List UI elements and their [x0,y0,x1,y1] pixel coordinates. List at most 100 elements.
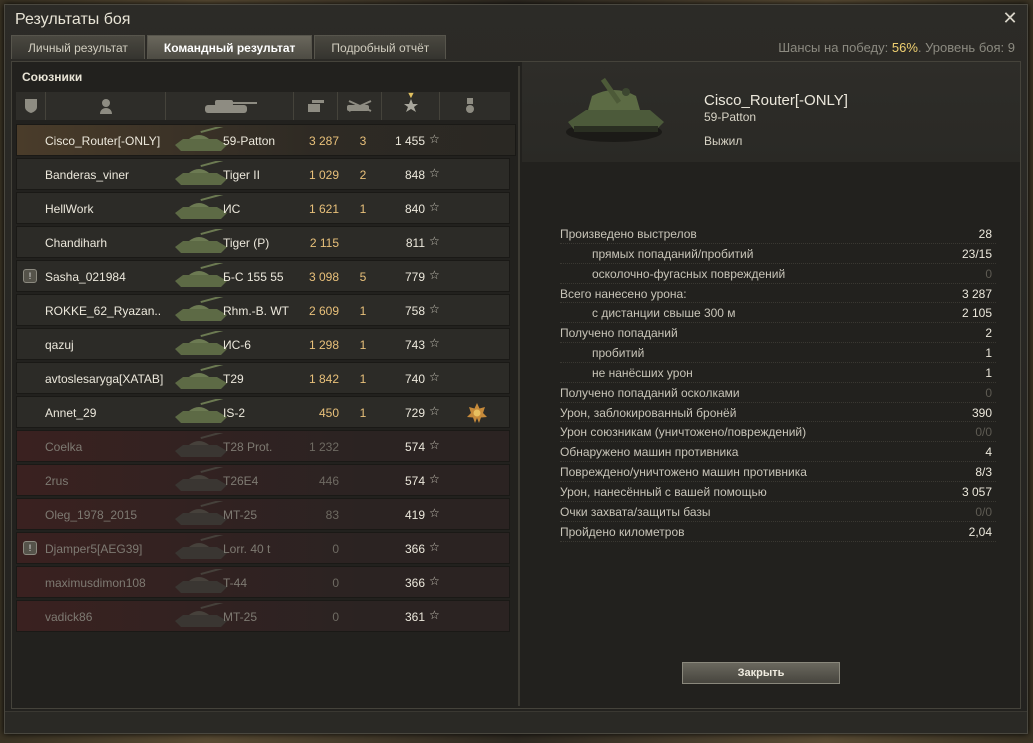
player-row[interactable]: avtoslesaryga[XATAB] T29 1 842 1 740 ☆ [16,362,510,394]
player-row[interactable]: Oleg_1978_2015 MT-25 83 419 ☆ [16,498,510,530]
tank-icon [173,192,229,223]
player-row[interactable]: maximusdimon108 T-44 0 366 ☆ [16,566,510,598]
player-row[interactable]: ! Djamper5[AEG39] Lorr. 40 t 0 366 ☆ [16,532,510,564]
clan-emblem-icon: ! [23,541,37,555]
xp-value: 811 [405,236,425,250]
damage-column-icon[interactable] [294,92,338,120]
player-name: Sasha_021984 [45,270,126,284]
stat-row: Всего нанесено урона: 3 287 [560,284,996,304]
battle-tier-text: . Уровень боя: 9 [917,40,1015,55]
stat-row: Повреждено/уничтожено машин противника 8/… [560,462,996,482]
stat-value: 23/15 [961,246,992,261]
kills-value: 1 [359,372,367,386]
player-row[interactable]: vadick86 MT-25 0 361 ☆ [16,600,510,632]
player-name: avtoslesaryga[XATAB] [45,372,164,386]
tank-name: ИС-6 [223,338,251,352]
xp-value: 758 [404,304,425,318]
player-row[interactable]: Coelka T28 Prot. 1 232 574 ☆ [16,430,510,462]
stat-label: Получено попаданий [560,326,678,341]
star-icon: ☆ [429,370,440,384]
win-chance-value: 56% [891,40,918,55]
stat-row: осколочно-фугасных повреждений 0 [560,264,996,284]
tank-icon [173,498,229,529]
tank-name: T-44 [223,576,248,590]
tank-column-icon[interactable] [166,92,294,120]
xp-value: 729 [404,406,425,420]
tank-name: MT-25 [223,610,258,624]
star-icon: ☆ [429,438,440,452]
stat-row: не нанёсших урон 1 [560,363,996,383]
player-name: Chandiharh [45,236,108,250]
stat-value: 28 [978,227,992,241]
tank-icon [173,396,229,427]
xp-value: 1 455 [394,134,425,148]
stat-value: 0/0 [975,504,992,519]
player-name: Oleg_1978_2015 [45,508,138,522]
stat-value: 8/3 [975,465,992,480]
star-icon: ☆ [429,302,440,316]
tab-detailed-report[interactable]: Подробный отчёт [314,35,447,59]
stat-label: Произведено выстрелов [560,227,697,241]
damage-value: 0 [332,610,339,624]
star-icon: ☆ [429,506,440,520]
stat-label: прямых попаданий/пробитий [592,246,754,261]
stat-row: с дистанции свыше 300 м 2 105 [560,303,996,324]
tank-name: Tiger (P) [223,236,270,250]
kills-column-icon[interactable] [338,92,382,120]
tank-name: Rhm.-B. WT [223,304,289,318]
player-vehicle: 59-Patton [704,110,757,124]
stat-value: 2,04 [968,524,992,539]
player-name: HellWork [45,202,94,216]
player-row[interactable]: ROKKE_62_Ryazan.. Rhm.-B. WT 2 609 1 758 ☆ [16,294,510,326]
player-name: Annet_29 [45,406,97,420]
player-row[interactable]: Annet_29 IS-2 450 1 729 ☆ [16,396,510,428]
xp-column-icon[interactable]: ▼ [382,90,440,120]
player-row[interactable]: Chandiharh Tiger (P) 2 115 811 ☆ [16,226,510,258]
player-row[interactable]: qazuj ИС-6 1 298 1 743 ☆ [16,328,510,360]
player-row[interactable]: HellWork ИС 1 621 1 840 ☆ [16,192,510,224]
stat-value: 1 [985,346,992,361]
stat-value: 3 057 [961,484,992,499]
stat-row: пробитий 1 [560,343,996,363]
close-button[interactable]: Закрыть [682,662,840,684]
damage-value: 0 [332,576,339,590]
kills-value: 1 [359,406,367,420]
tank-icon [173,294,229,325]
stat-label: Получено попаданий осколками [560,385,740,400]
player-name: 2rus [45,474,69,488]
tank-icon [173,362,229,393]
tab-personal-result[interactable]: Личный результат [11,35,145,59]
player-row[interactable]: Banderas_viner Tiger II 1 029 2 848 ☆ [16,158,510,190]
titlebar: Результаты боя ✕ [5,5,1027,33]
stat-label: Пройдено километров [560,524,685,539]
bottom-bar [5,711,1027,733]
star-icon: ☆ [429,472,440,486]
battle-stats-list: Произведено выстрелов 28 прямых попаданий/… [560,224,996,542]
star-icon: ☆ [429,540,440,554]
player-name: Cisco_Router[-ONLY] [704,92,848,109]
star-icon: ☆ [429,336,440,350]
player-row[interactable]: ! Sasha_021984 Б-С 155 55 3 098 5 779 ☆ [16,260,510,292]
damage-value: 3 098 [308,270,339,284]
tab-bar: Личный результат Командный результат Под… [11,35,447,59]
damage-value: 0 [332,542,339,556]
player-column-icon[interactable] [46,92,166,120]
tank-icon [173,430,229,461]
player-row[interactable]: Cisco_Router[-ONLY] 59-Patton 3 287 3 1 455 ☆ [16,124,516,156]
survival-status: Выжил [704,134,743,148]
tank-name: T28 Prot. [223,440,273,454]
clan-emblem-icon: ! [23,269,37,283]
tab-team-result[interactable]: Командный результат [146,35,313,59]
kills-value: 1 [359,338,367,352]
close-icon[interactable]: ✕ [1001,9,1019,27]
tank-icon [173,532,229,563]
player-summary: Cisco_Router[-ONLY] 59-Patton Выжил [522,62,1020,162]
damage-value: 450 [318,406,339,420]
clan-column-icon[interactable] [16,92,46,120]
player-name: Djamper5[AEG39] [45,542,143,556]
damage-value: 83 [325,508,339,522]
player-row[interactable]: 2rus T26E4 446 574 ☆ [16,464,510,496]
medal-column-icon[interactable] [440,92,500,120]
stat-value: 0/0 [975,425,992,440]
stat-value: 2 [985,326,992,341]
